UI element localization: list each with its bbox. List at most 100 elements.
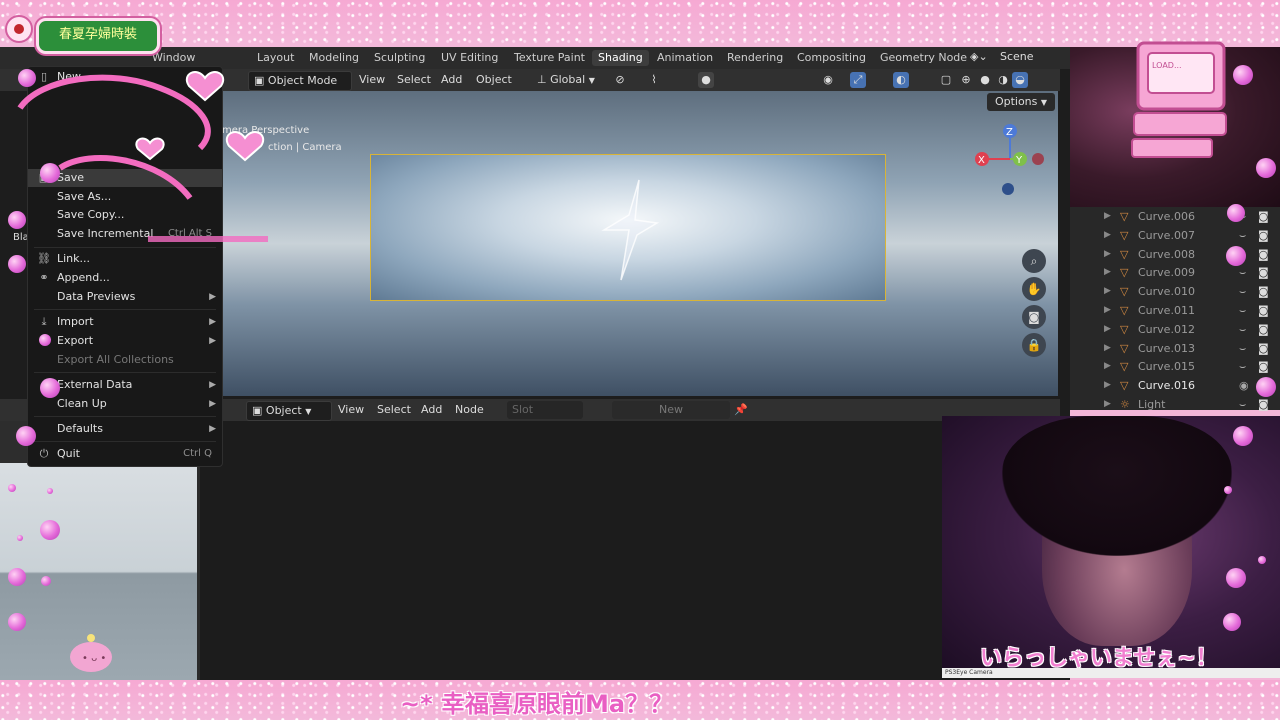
snap-icon[interactable]: ⌇ <box>646 72 662 88</box>
eye-icon[interactable]: ◉ <box>1239 376 1249 395</box>
zoom-icon[interactable]: ⌕ <box>1022 249 1046 273</box>
menu-item-data-previews[interactable]: Data Previews ▶ <box>28 288 222 306</box>
render-camera-icon[interactable]: ◙ <box>1258 357 1269 376</box>
eye-icon[interactable]: ⌣ <box>1239 339 1246 358</box>
menu-item-quit[interactable]: ⏻ Quit Ctrl Q <box>28 445 222 463</box>
expand-arrow-icon[interactable]: ▶ <box>1104 245 1111 264</box>
viewport-menu-select[interactable]: Select <box>392 71 436 89</box>
outliner-row[interactable]: ▶ ☼ Light ⌣ ◙ <box>1070 395 1280 414</box>
slot-dropdown[interactable]: Slot <box>507 401 583 419</box>
tab-modeling[interactable]: Modeling <box>303 50 365 66</box>
tab-shading[interactable]: Shading <box>592 50 649 66</box>
viewport-menu-add[interactable]: Add <box>436 71 467 89</box>
render-camera-icon[interactable]: ◙ <box>1258 226 1269 245</box>
render-camera-icon[interactable]: ◙ <box>1258 320 1269 339</box>
camera-view-icon[interactable]: ◙ <box>1022 305 1046 329</box>
outliner-row[interactable]: ▶▽Curve.006⌣◙ <box>1070 207 1280 226</box>
menu-item-append[interactable]: ⚭ Append... <box>28 269 222 287</box>
pivot-icon[interactable]: ⊘ <box>612 72 628 88</box>
pin-icon[interactable]: 📌 <box>733 402 749 418</box>
render-camera-icon[interactable]: ◙ <box>1258 207 1269 226</box>
gizmo-neg-x-axis[interactable] <box>1032 153 1044 165</box>
lock-icon[interactable]: 🔒 <box>1022 333 1046 357</box>
outliner-row[interactable]: ▶ ▽ Curve.015 ⌣ ◙ <box>1070 357 1280 376</box>
expand-arrow-icon[interactable]: ▶ <box>1104 301 1111 320</box>
eye-icon[interactable]: ⌣ <box>1239 395 1246 414</box>
new-material-button[interactable]: New <box>612 401 730 419</box>
xray-icon[interactable]: ▢ <box>938 72 954 88</box>
eye-icon[interactable]: ⌣ <box>1239 226 1246 245</box>
expand-arrow-icon[interactable]: ▶ <box>1104 207 1111 226</box>
menu-item-export[interactable]: ⤒ Export ▶ <box>28 332 222 350</box>
tab-compositing[interactable]: Compositing <box>791 50 872 66</box>
gizmo-neg-z-axis[interactable] <box>1002 183 1014 195</box>
node-menu-select[interactable]: Select <box>372 401 416 419</box>
transform-orientation-dropdown[interactable]: ⊥ Global ▼ <box>532 71 608 89</box>
node-menu-add[interactable]: Add <box>416 401 447 419</box>
chevron-down-icon: ▼ <box>588 76 595 85</box>
outliner-row[interactable]: ▶ ▽ Curve.010 ⌣ ◙ <box>1070 282 1280 301</box>
node-menu-view[interactable]: View <box>333 401 369 419</box>
node-menu-node[interactable]: Node <box>450 401 489 419</box>
outliner-row[interactable]: ▶ ▽ Curve.009 ⌣ ◙ <box>1070 263 1280 282</box>
solid-shading-icon[interactable]: ● <box>977 72 993 88</box>
outliner-row[interactable]: ▶ ▽ Curve.013 ⌣ ◙ <box>1070 339 1280 358</box>
glass-bird-object[interactable] <box>599 175 659 285</box>
scene-selector[interactable]: Scene <box>1000 50 1034 63</box>
wireframe-shading-icon[interactable]: ⊕ <box>958 72 974 88</box>
3d-viewport[interactable]: mera Perspective ction | Camera Options … <box>222 91 1058 396</box>
menu-item-import[interactable]: ⤓ Import ▶ <box>28 313 222 331</box>
rendered-shading-icon[interactable]: ◒ <box>1012 72 1028 88</box>
gizmo-toggle-icon[interactable]: ⤢ <box>850 72 866 88</box>
viewport-menu-view[interactable]: View <box>354 71 390 89</box>
expand-arrow-icon[interactable]: ▶ <box>1104 320 1111 339</box>
expand-arrow-icon[interactable]: ▶ <box>1104 282 1111 301</box>
eye-icon[interactable]: ⌣ <box>1239 301 1246 320</box>
tab-animation[interactable]: Animation <box>651 50 719 66</box>
link-icon: ⛓ <box>37 252 51 265</box>
expand-arrow-icon[interactable]: ▶ <box>1104 395 1111 414</box>
visibility-icon[interactable]: ◉ <box>820 72 836 88</box>
curve-icon: ▽ <box>1120 210 1129 223</box>
tab-texture-paint[interactable]: Texture Paint <box>508 50 591 66</box>
object-type-dropdown[interactable]: ▣ Object ▼ <box>246 401 332 421</box>
menu-item-label: Defaults <box>57 422 103 435</box>
proportional-edit-icon[interactable]: ● <box>698 72 714 88</box>
navigation-gizmo[interactable]: Z X Y <box>970 121 1050 201</box>
overlay-toggle-icon[interactable]: ◐ <box>893 72 909 88</box>
outliner-row[interactable]: ▶ ▽ Curve.007 ⌣ ◙ <box>1070 226 1280 245</box>
render-camera-icon[interactable]: ◙ <box>1258 301 1269 320</box>
expand-arrow-icon[interactable]: ▶ <box>1104 226 1111 245</box>
material-shading-icon[interactable]: ◑ <box>995 72 1011 88</box>
render-camera-icon[interactable]: ◙ <box>1258 395 1269 414</box>
outliner-row[interactable]: ▶ ▽ Curve.012 ⌣ ◙ <box>1070 320 1280 339</box>
scene-icon[interactable]: ◈⌄ <box>970 50 988 63</box>
expand-arrow-icon[interactable]: ▶ <box>1104 376 1111 395</box>
tab-sculpting[interactable]: Sculpting <box>368 50 431 66</box>
viewport-menu-object[interactable]: Object <box>471 71 517 89</box>
menu-item-export-all-collections[interactable]: Export All Collections <box>28 351 222 369</box>
render-camera-icon[interactable]: ◙ <box>1258 263 1269 282</box>
render-camera-icon[interactable]: ◙ <box>1258 245 1269 264</box>
outliner-row[interactable]: ▶▽Curve.008⌣◙ <box>1070 245 1280 264</box>
tab-rendering[interactable]: Rendering <box>721 50 789 66</box>
expand-arrow-icon[interactable]: ▶ <box>1104 263 1111 282</box>
render-camera-icon[interactable]: ◙ <box>1258 339 1269 358</box>
expand-arrow-icon[interactable]: ▶ <box>1104 339 1111 358</box>
eye-icon[interactable]: ⌣ <box>1239 282 1246 301</box>
outliner-row[interactable]: ▶ ▽ Curve.011 ⌣ ◙ <box>1070 301 1280 320</box>
tab-geometry-node[interactable]: Geometry Node <box>874 50 973 66</box>
eye-icon[interactable]: ⌣ <box>1239 263 1246 282</box>
menu-item-clean-up[interactable]: Clean Up ▶ <box>28 395 222 413</box>
pan-hand-icon[interactable]: ✋ <box>1022 277 1046 301</box>
outliner-row[interactable]: ▶▽Curve.016◉◙ <box>1070 376 1280 395</box>
eye-icon[interactable]: ⌣ <box>1239 357 1246 376</box>
render-camera-icon[interactable]: ◙ <box>1258 282 1269 301</box>
expand-arrow-icon[interactable]: ▶ <box>1104 357 1111 376</box>
eye-icon[interactable]: ⌣ <box>1239 320 1246 339</box>
menu-item-link[interactable]: ⛓ Link... <box>28 250 222 268</box>
tab-uv-editing[interactable]: UV Editing <box>435 50 504 66</box>
shader-node-editor[interactable] <box>200 421 1060 680</box>
menu-item-defaults[interactable]: Defaults ▶ <box>28 420 222 438</box>
options-dropdown[interactable]: Options ▼ <box>987 93 1055 111</box>
